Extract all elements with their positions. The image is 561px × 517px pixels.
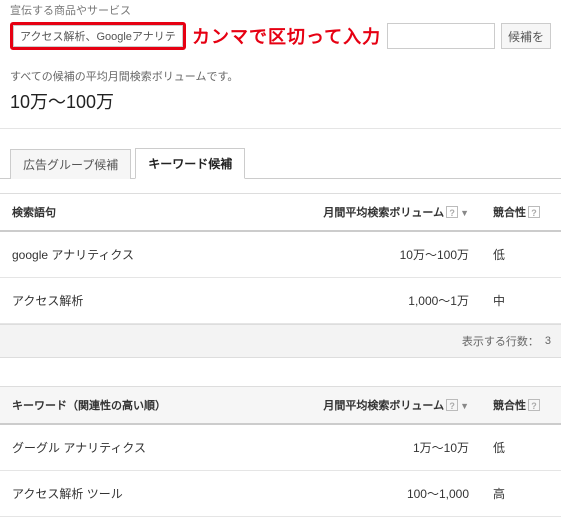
sort-desc-icon: ▼ [460,208,469,218]
tab-keyword[interactable]: キーワード候補 [135,148,245,179]
cell-comp: 中 [481,278,561,324]
search-row: カンマで区切って入力 候補を [0,22,561,60]
col-term[interactable]: 検索語句 [0,194,311,232]
cell-comp: 高 [481,471,561,517]
table-row: アクセス解析 1,000～1万 中 [0,278,561,324]
secondary-input[interactable] [387,23,495,49]
annotation-text: カンマで区切って入力 [192,23,381,49]
col-term-related[interactable]: キーワード（関連性の高い順） [0,387,311,425]
rows-value: 3 [545,335,551,347]
sort-desc-icon: ▼ [460,401,469,411]
table-footer: 表示する行数： 3 [0,324,561,358]
cell-term: google アナリティクス [0,231,311,278]
keyword-table-2: キーワード（関連性の高い順） 月間平均検索ボリューム?▼ 競合性? グーグル ア… [0,386,561,517]
rows-label: 表示する行数： [462,333,539,349]
help-icon[interactable]: ? [528,399,540,411]
table-row: google アナリティクス 10万～100万 低 [0,231,561,278]
cell-term: アクセス解析 ツール [0,471,311,517]
keyword-table-1: 検索語句 月間平均検索ボリューム?▼ 競合性? google アナリティクス 1… [0,193,561,324]
table-row: アクセス解析 ツール 100～1,000 高 [0,471,561,517]
help-icon[interactable]: ? [446,399,458,411]
section-label: 宣伝する商品やサービス [0,0,561,22]
help-icon[interactable]: ? [528,206,540,218]
summary-desc: すべての候補の平均月間検索ボリュームです。 [10,68,551,84]
summary-block: すべての候補の平均月間検索ボリュームです。 10万～100万 [0,60,561,129]
cell-volume: 1,000～1万 [311,278,481,324]
tab-bar: 広告グループ候補 キーワード候補 [0,129,561,179]
cell-volume: 10万～100万 [311,231,481,278]
cell-volume: 1万～10万 [311,424,481,471]
col-competition[interactable]: 競合性? [481,194,561,232]
cell-comp: 低 [481,231,561,278]
suggest-button[interactable]: 候補を [501,23,551,49]
tab-adgroup[interactable]: 広告グループ候補 [10,149,131,179]
cell-term: アクセス解析 [0,278,311,324]
keywords-input[interactable] [13,25,183,47]
col-volume[interactable]: 月間平均検索ボリューム?▼ [311,194,481,232]
cell-term: グーグル アナリティクス [0,424,311,471]
col-competition[interactable]: 競合性? [481,387,561,425]
search-input-highlight [10,22,186,50]
cell-comp: 低 [481,424,561,471]
summary-volume: 10万～100万 [10,88,551,114]
help-icon[interactable]: ? [446,206,458,218]
col-volume[interactable]: 月間平均検索ボリューム?▼ [311,387,481,425]
cell-volume: 100～1,000 [311,471,481,517]
table-row: グーグル アナリティクス 1万～10万 低 [0,424,561,471]
